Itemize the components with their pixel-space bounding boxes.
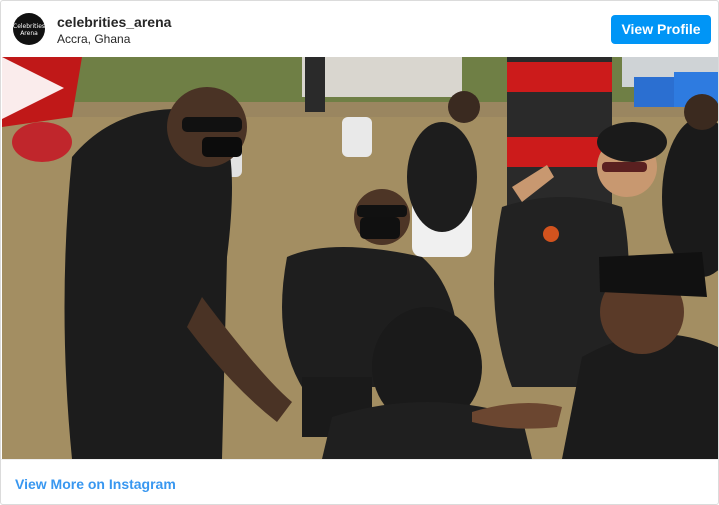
avatar-logo: Celebrities Arena bbox=[13, 23, 45, 37]
embed-header: Celebrities Arena celebrities_arena Accr… bbox=[1, 1, 718, 57]
post-location[interactable]: Accra, Ghana bbox=[57, 32, 130, 46]
profile-username[interactable]: celebrities_arena bbox=[57, 14, 171, 30]
embed-footer: View More on Instagram bbox=[1, 459, 718, 504]
play-icon[interactable] bbox=[2, 57, 64, 119]
view-profile-button[interactable]: View Profile bbox=[611, 15, 711, 44]
post-video[interactable] bbox=[2, 57, 718, 459]
view-more-on-instagram-link[interactable]: View More on Instagram bbox=[15, 476, 176, 492]
instagram-embed-card: Celebrities Arena celebrities_arena Accr… bbox=[0, 0, 719, 505]
profile-avatar[interactable]: Celebrities Arena bbox=[13, 13, 45, 45]
video-frame bbox=[2, 57, 718, 459]
